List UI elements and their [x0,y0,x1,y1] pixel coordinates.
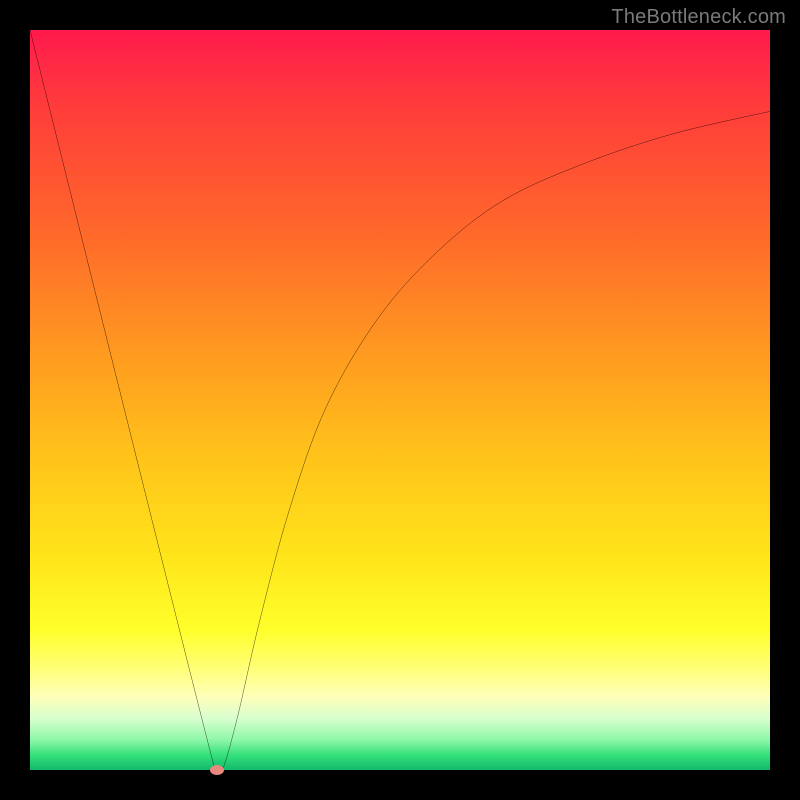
watermark-text: TheBottleneck.com [611,6,786,29]
bottleneck-curve [30,30,770,770]
chart-frame: TheBottleneck.com [0,0,800,800]
plot-area [30,30,770,770]
valley-marker [210,765,224,775]
